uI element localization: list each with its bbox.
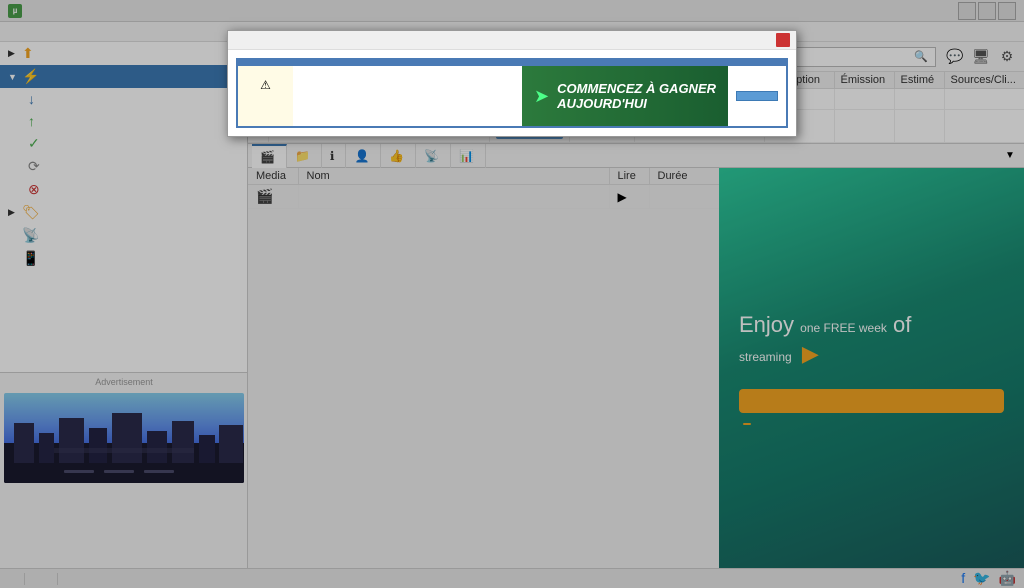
- ok-area: [728, 66, 786, 126]
- modal-ad-header: [228, 31, 796, 50]
- modal-content: ⚠ ➤ COMMENCEZ À GAGNER AUJOURD'HUI: [238, 66, 786, 126]
- modal-highlight: COMMENCEZ À GAGNER AUJOURD'HUI: [557, 81, 716, 112]
- modal-window: ⚠ ➤ COMMENCEZ À GAGNER AUJOURD'HUI: [227, 30, 797, 137]
- modal-ok-button[interactable]: [736, 91, 778, 101]
- modal-text-area: [293, 66, 522, 126]
- modal-banner: ➤ COMMENCEZ À GAGNER AUJOURD'HUI: [522, 66, 728, 126]
- warning-icon-area: ⚠: [238, 66, 293, 126]
- warning-icon: ⚠: [260, 78, 271, 92]
- modal-dialog: ⚠ ➤ COMMENCEZ À GAGNER AUJOURD'HUI: [236, 58, 788, 128]
- modal-overlay: ⚠ ➤ COMMENCEZ À GAGNER AUJOURD'HUI: [0, 0, 1024, 588]
- arrow-icon: ➤: [534, 86, 549, 107]
- modal-close-button[interactable]: [776, 33, 790, 47]
